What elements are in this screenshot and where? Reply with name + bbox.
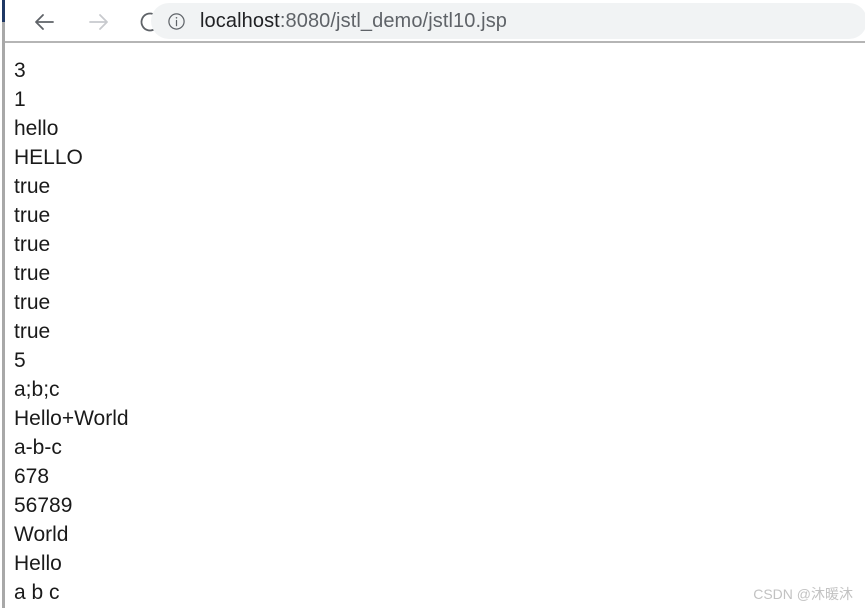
address-bar[interactable]: localhost:8080/jstl_demo/jstl10.jsp xyxy=(151,3,865,39)
output-line: true xyxy=(14,204,51,227)
output-line: 3 xyxy=(14,59,26,82)
browser-toolbar: localhost:8080/jstl_demo/jstl10.jsp xyxy=(5,0,865,42)
output-line: 5 xyxy=(14,349,26,372)
output-line: 678 xyxy=(14,465,50,488)
output-line: true xyxy=(14,262,51,285)
output-line: true xyxy=(14,291,51,314)
output-line: true xyxy=(14,175,51,198)
url-host: localhost xyxy=(200,10,280,32)
arrow-right-icon xyxy=(86,10,110,34)
output-line: a b c xyxy=(14,581,60,604)
csdn-watermark: CSDN @沐暖沐 xyxy=(753,586,853,602)
output-line: World xyxy=(14,523,69,546)
forward-button[interactable] xyxy=(83,7,113,37)
output-line: hello xyxy=(14,117,59,140)
output-line: HELLO xyxy=(14,146,83,169)
output-line: 1 xyxy=(14,88,26,111)
output-line: a-b-c xyxy=(14,436,62,459)
info-circle-icon[interactable] xyxy=(167,12,186,31)
output-line: a;b;c xyxy=(14,378,60,401)
output-line: true xyxy=(14,320,51,343)
back-button[interactable] xyxy=(30,7,60,37)
output-line: Hello+World xyxy=(14,407,129,430)
output-line: true xyxy=(14,233,51,256)
output-line: Hello xyxy=(14,552,62,575)
page-content: 3 1 hello HELLO true true true true true… xyxy=(5,43,865,608)
jsp-output-list: 3 1 hello HELLO true true true true true… xyxy=(14,56,154,608)
url-path: :8080/jstl_demo/jstl10.jsp xyxy=(279,10,508,32)
output-line: 56789 xyxy=(14,494,73,517)
browser-window: localhost:8080/jstl_demo/jstl10.jsp 3 1 … xyxy=(0,0,865,608)
arrow-left-icon xyxy=(33,10,57,34)
url-text: localhost:8080/jstl_demo/jstl10.jsp xyxy=(200,10,507,32)
